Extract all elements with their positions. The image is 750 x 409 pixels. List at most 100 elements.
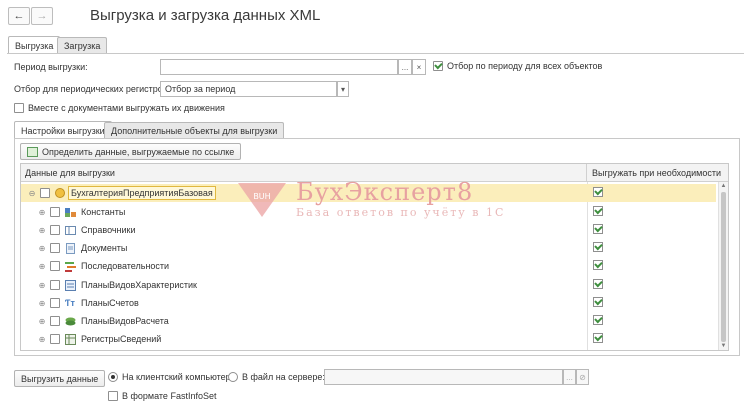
row-checkbox[interactable] — [50, 316, 60, 326]
calculation-plans-icon — [65, 316, 76, 327]
col-data-header: Данные для выгрузки — [21, 164, 587, 181]
periodic-registers-dropdown[interactable]: ▾ — [337, 81, 349, 97]
scroll-up-icon[interactable]: ▲ — [719, 182, 728, 190]
filter-all-label: Отбор по периоду для всех объектов — [447, 61, 603, 71]
period-clear-button[interactable]: × — [412, 59, 426, 75]
row-label: БухгалтерияПредприятияБазовая — [68, 186, 216, 200]
grid-scrollbar[interactable]: ▲ ▼ — [718, 182, 728, 350]
table-row[interactable]: ⊕ ПланыВидовРасчета — [21, 312, 716, 330]
fastinfoset-label: В формате FastInfoSet — [122, 391, 217, 401]
server-file-input[interactable] — [324, 369, 563, 385]
filter-all-checkbox[interactable] — [433, 61, 443, 71]
row-checkbox[interactable] — [50, 280, 60, 290]
col-export-header: Выгружать при необходимости — [592, 167, 721, 178]
define-by-reference-label: Определить данные, выгружаемые по ссылке — [42, 146, 235, 157]
client-computer-radio[interactable] — [108, 372, 118, 382]
ellipsis-icon: ... — [566, 372, 573, 382]
export-checkbox[interactable] — [593, 187, 603, 197]
tab-export-settings[interactable]: Настройки выгрузки — [14, 121, 112, 139]
expand-icon[interactable]: ⊕ — [37, 317, 47, 326]
expand-icon[interactable]: ⊕ — [37, 299, 47, 308]
clear-icon: × — [416, 62, 422, 72]
table-row[interactable]: ⊕ РегистрыСведений — [21, 330, 716, 348]
export-checkbox[interactable] — [593, 315, 603, 325]
info-registers-icon — [65, 333, 76, 345]
with-movements-label: Вместе с документами выгружать их движен… — [28, 103, 225, 113]
expand-icon[interactable]: ⊕ — [37, 262, 47, 271]
table-row[interactable]: ⊕ Справочники — [21, 221, 716, 239]
row-checkbox[interactable] — [50, 243, 60, 253]
period-select-button[interactable]: ... — [398, 59, 412, 75]
export-checkbox[interactable] — [593, 279, 603, 289]
config-icon — [55, 188, 65, 198]
server-file-open-button[interactable]: ⊘ — [576, 369, 589, 385]
expand-icon[interactable]: ⊕ — [37, 281, 47, 290]
documents-icon — [65, 242, 76, 254]
row-label: РегистрыСведений — [81, 334, 162, 344]
window-title: Выгрузка и загрузка данных XML — [90, 7, 321, 24]
row-label: ПланыВидовРасчета — [81, 316, 169, 326]
export-checkbox[interactable] — [593, 260, 603, 270]
export-checkbox[interactable] — [593, 242, 603, 252]
arrow-right-icon: → — [36, 10, 48, 22]
scroll-down-icon[interactable]: ▼ — [719, 342, 728, 350]
fastinfoset-checkbox[interactable] — [108, 391, 118, 401]
row-checkbox[interactable] — [50, 261, 60, 271]
server-file-radio[interactable] — [228, 372, 238, 382]
collapse-icon[interactable]: ⊖ — [27, 189, 37, 198]
expand-icon[interactable]: ⊕ — [37, 244, 47, 253]
constants-icon — [65, 207, 76, 218]
table-row[interactable]: ⊕ Документы — [21, 239, 716, 257]
table-row[interactable]: ⊖ БухгалтерияПредприятияБазовая — [21, 184, 716, 202]
dropdown-icon: ▾ — [340, 84, 345, 94]
export-checkbox[interactable] — [593, 333, 603, 343]
row-checkbox[interactable] — [50, 334, 60, 344]
define-by-reference-button[interactable]: Определить данные, выгружаемые по ссылке — [20, 143, 242, 160]
row-checkbox[interactable] — [50, 298, 60, 308]
export-checkbox[interactable] — [593, 224, 603, 234]
tab-import[interactable]: Загрузка — [57, 37, 108, 54]
table-row[interactable]: ⊕ Константы — [21, 203, 716, 221]
row-checkbox[interactable] — [50, 225, 60, 235]
periodic-registers-label: Отбор для периодических регистров: — [14, 84, 171, 94]
server-file-label: В файл на сервере: — [242, 372, 325, 382]
grid-header: Данные для выгрузки Выгружать при необхо… — [21, 164, 728, 182]
row-label: ПланыСчетов — [81, 298, 139, 308]
expand-icon[interactable]: ⊕ — [37, 208, 47, 217]
row-label: Справочники — [81, 225, 136, 235]
row-checkbox[interactable] — [50, 207, 60, 217]
server-file-select-button[interactable]: ... — [563, 369, 576, 385]
scrollbar-thumb[interactable] — [721, 192, 726, 342]
tab-export[interactable]: Выгрузка — [8, 36, 61, 54]
export-data-grid: Данные для выгрузки Выгружать при необхо… — [20, 163, 729, 351]
sequences-icon — [65, 261, 76, 272]
row-label: Константы — [81, 207, 126, 217]
export-checkbox[interactable] — [593, 206, 603, 216]
forward-button[interactable]: → — [31, 7, 53, 25]
period-label: Период выгрузки: — [14, 62, 88, 72]
tab-additional-objects[interactable]: Дополнительные объекты для выгрузки — [104, 122, 285, 139]
expand-icon[interactable]: ⊕ — [37, 226, 47, 235]
table-row[interactable]: ⊕ Ƭт ПланыСчетов — [21, 294, 716, 312]
row-label: Документы — [81, 243, 128, 253]
accounts-plans-icon: Ƭт — [65, 297, 75, 308]
periodic-registers-select[interactable]: Отбор за период — [160, 81, 337, 97]
ellipsis-icon: ... — [401, 62, 409, 72]
export-data-button[interactable]: Выгрузить данные — [14, 370, 106, 387]
catalogs-icon — [65, 225, 76, 236]
link-icon: ⊘ — [579, 372, 586, 382]
characteristic-plans-icon — [65, 279, 76, 291]
period-input[interactable] — [160, 59, 398, 75]
row-checkbox[interactable] — [40, 188, 50, 198]
back-button[interactable]: ← — [8, 7, 30, 25]
row-label: Последовательности — [81, 261, 170, 271]
arrow-left-icon: ← — [13, 10, 25, 22]
table-row[interactable]: ⊕ Последовательности — [21, 257, 716, 275]
row-label: ПланыВидовХарактеристик — [81, 280, 197, 290]
define-data-icon — [27, 146, 38, 157]
with-movements-checkbox[interactable] — [14, 103, 24, 113]
table-row[interactable]: ⊕ ПланыВидовХарактеристик — [21, 276, 716, 294]
export-checkbox[interactable] — [593, 297, 603, 307]
expand-icon[interactable]: ⊕ — [37, 335, 47, 344]
client-computer-label: На клиентский компьютер — [122, 372, 231, 382]
